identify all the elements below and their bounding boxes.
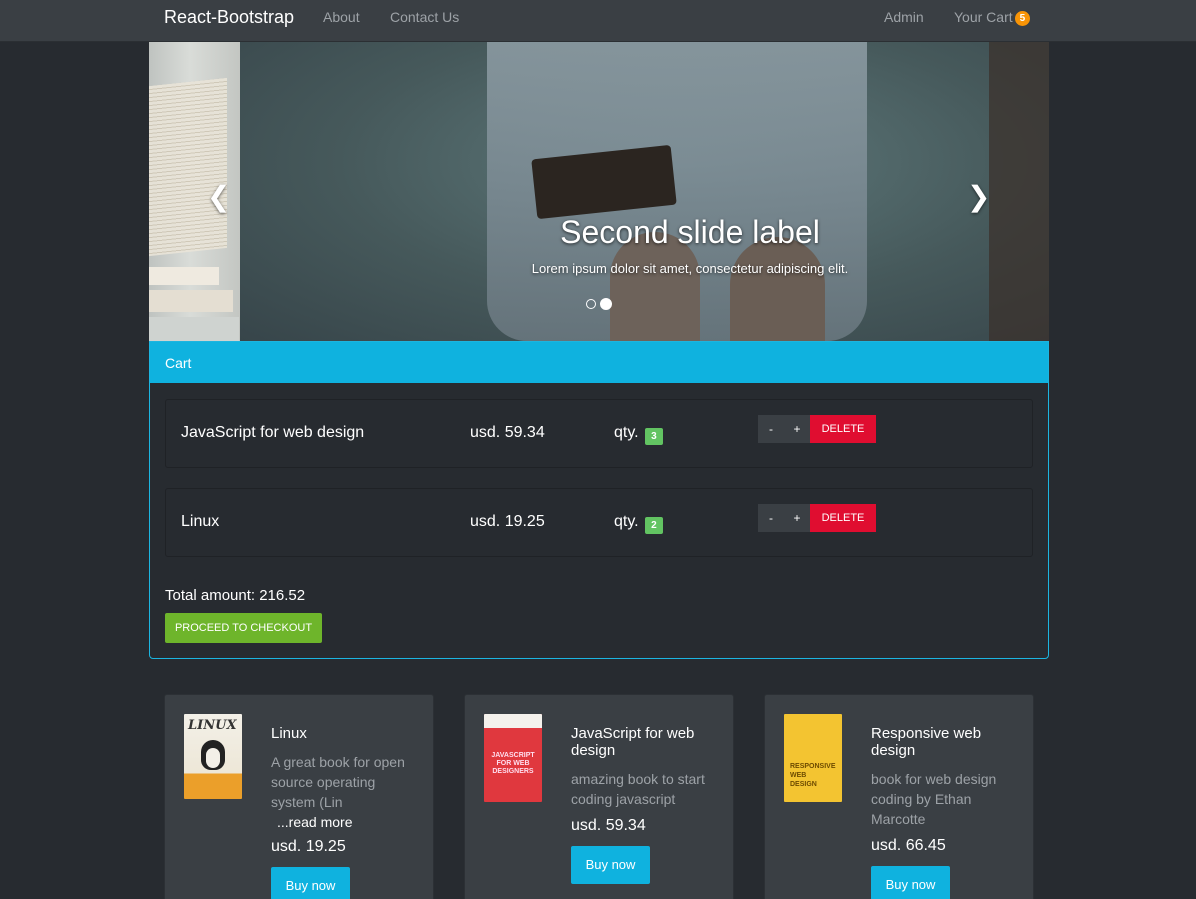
cover-title: LINUX xyxy=(188,718,237,733)
product-card: JAVASCRIPT FOR WEB DESIGNERS JavaScript … xyxy=(464,694,734,899)
delete-button[interactable]: DELETE xyxy=(810,504,876,532)
cart-count-badge: 5 xyxy=(1014,11,1031,26)
cart-row: Linux usd. 19.25 qty. 2 - + DELETE xyxy=(165,488,1033,557)
product-card-body: Responsive web design book for web desig… xyxy=(871,725,1019,899)
increase-qty-button[interactable]: + xyxy=(784,504,810,532)
cover-title: RESPONSIVE WEB DESIGN xyxy=(790,763,836,788)
delete-button[interactable]: DELETE xyxy=(810,415,876,443)
carousel-indicators xyxy=(586,295,616,313)
product-price: usd. 19.25 xyxy=(271,838,346,855)
caption-title: Second slide label xyxy=(560,214,820,250)
nav-link-admin[interactable]: Admin xyxy=(884,9,924,25)
qty-badge: 3 xyxy=(645,428,663,445)
product-description: A great book for open source operating s… xyxy=(271,754,405,810)
qty-badge: 2 xyxy=(645,517,663,534)
book-stack-image xyxy=(149,290,233,312)
chevron-left-icon[interactable]: ❮ xyxy=(207,180,230,213)
cart-row: JavaScript for web design usd. 59.34 qty… xyxy=(165,399,1033,468)
checkout-button[interactable]: PROCEED TO CHECKOUT xyxy=(165,613,322,643)
book-stack-image xyxy=(149,267,219,285)
product-price: usd. 66.45 xyxy=(871,837,946,854)
product-description: amazing book to start coding javascript xyxy=(571,771,705,807)
cart-item-qty: qty. 2 xyxy=(614,513,663,534)
qty-label: qty. xyxy=(614,513,639,530)
product-title: JavaScript for web design xyxy=(571,725,695,759)
cart-item-title: Linux xyxy=(181,513,220,530)
cart-item-qty: qty. 3 xyxy=(614,424,663,445)
buy-now-button[interactable]: Buy now xyxy=(871,866,950,899)
product-card-body: JavaScript for web design amazing book t… xyxy=(571,725,719,884)
total-amount: Total amount: 216.52 xyxy=(165,587,306,604)
product-description: book for web design coding by Ethan Marc… xyxy=(871,771,997,827)
cover-title: JAVASCRIPT FOR WEB DESIGNERS xyxy=(491,752,535,775)
chevron-right-icon[interactable]: ❯ xyxy=(967,180,990,213)
shelf-image xyxy=(989,42,1049,341)
product-card: RESPONSIVE WEB DESIGN Responsive web des… xyxy=(764,694,1034,899)
book-pages-image xyxy=(149,77,227,257)
book-stack-image xyxy=(149,317,239,341)
buy-now-button[interactable]: Buy now xyxy=(571,846,650,884)
book-cover-image: JAVASCRIPT FOR WEB DESIGNERS xyxy=(484,714,542,802)
book-cover-image: LINUX xyxy=(184,714,242,799)
qty-button-group: - + DELETE xyxy=(758,415,876,443)
carousel-caption: Second slide label Lorem ipsum dolor sit… xyxy=(429,214,951,276)
cart-label: Your Cart xyxy=(954,9,1013,25)
carousel-indicator[interactable] xyxy=(586,298,596,309)
qty-button-group: - + DELETE xyxy=(758,504,876,532)
buy-now-button[interactable]: Buy now xyxy=(271,867,350,899)
nav-link-about[interactable]: About xyxy=(323,9,360,25)
caption-text: Lorem ipsum dolor sit amet, consectetur … xyxy=(531,261,849,276)
decrease-qty-button[interactable]: - xyxy=(758,504,784,532)
cart-heading: Cart xyxy=(150,342,1048,383)
product-price: usd. 59.34 xyxy=(571,817,646,834)
product-title: Responsive web design xyxy=(871,725,982,759)
book-cover-image: RESPONSIVE WEB DESIGN xyxy=(784,714,842,802)
brand-link[interactable]: React-Bootstrap xyxy=(164,7,294,28)
qty-label: qty. xyxy=(614,424,639,441)
cart-item-price: usd. 59.34 xyxy=(470,424,545,441)
cart-item-title: JavaScript for web design xyxy=(181,424,365,441)
nav-link-contact[interactable]: Contact Us xyxy=(390,9,459,25)
navbar: React-Bootstrap About Contact Us Admin Y… xyxy=(0,0,1196,42)
carousel-indicator-active[interactable] xyxy=(600,297,612,310)
cart-panel: Cart JavaScript for web design usd. 59.3… xyxy=(149,341,1049,659)
product-title: Linux xyxy=(271,725,307,742)
carousel: ❮ ❯ Second slide label Lorem ipsum dolor… xyxy=(149,42,1049,341)
decrease-qty-button[interactable]: - xyxy=(758,415,784,443)
nav-link-cart[interactable]: Your Cart 5 xyxy=(954,9,1031,26)
product-card: LINUX Linux A great book for open source… xyxy=(164,694,434,899)
product-card-body: Linux A great book for open source opera… xyxy=(271,725,419,899)
carousel-slide-image xyxy=(240,42,1049,341)
read-more-link[interactable]: ...read more xyxy=(271,814,419,830)
cart-item-price: usd. 19.25 xyxy=(470,513,545,530)
increase-qty-button[interactable]: + xyxy=(784,415,810,443)
